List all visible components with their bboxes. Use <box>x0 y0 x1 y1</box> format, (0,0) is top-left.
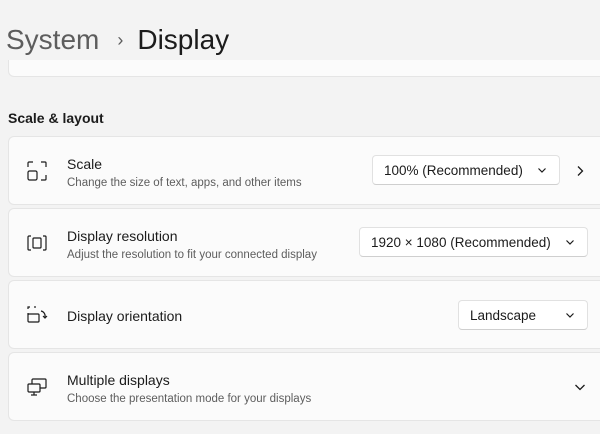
scale-title: Scale <box>67 156 103 172</box>
page-title: Display <box>137 24 230 55</box>
multiple-displays-subtitle: Choose the presentation mode for your di… <box>67 393 312 405</box>
scale-icon <box>27 161 47 181</box>
chevron-down-icon <box>566 313 574 318</box>
scale-subtitle: Change the size of text, apps, and other… <box>67 177 302 189</box>
display-resolution-text: Display resolution Adjust the resolution… <box>67 227 317 263</box>
display-orientation-text: Display orientation <box>67 307 182 325</box>
display-resolution-card: Display resolution Adjust the resolution… <box>8 208 600 277</box>
multiple-displays-title: Multiple displays <box>67 372 170 388</box>
display-resolution-title: Display resolution <box>67 228 178 244</box>
display-resolution-dropdown-value: 1920 × 1080 (Recommended) <box>371 234 551 250</box>
section-title-scale-layout: Scale & layout <box>8 110 104 126</box>
resolution-icon <box>27 235 47 251</box>
scale-card: Scale Change the size of text, apps, and… <box>8 136 600 205</box>
breadcrumb-system[interactable]: System <box>6 20 99 60</box>
display-orientation-dropdown-value: Landscape <box>470 307 537 323</box>
breadcrumb: System › Display <box>6 20 229 60</box>
multiple-displays-icon <box>27 378 47 396</box>
chevron-right-icon[interactable] <box>575 165 585 177</box>
previous-card-edge <box>8 60 600 77</box>
multiple-displays-text: Multiple displays Choose the presentatio… <box>67 371 311 407</box>
orientation-icon <box>27 306 48 323</box>
chevron-down-icon <box>538 168 546 173</box>
display-resolution-dropdown[interactable]: 1920 × 1080 (Recommended) <box>359 227 588 257</box>
chevron-down-icon <box>566 240 574 245</box>
scale-text: Scale Change the size of text, apps, and… <box>67 155 302 191</box>
multiple-displays-card[interactable]: Multiple displays Choose the presentatio… <box>8 352 600 421</box>
scale-dropdown[interactable]: 100% (Recommended) <box>372 155 560 185</box>
expand-chevron-icon[interactable] <box>574 382 586 392</box>
display-orientation-dropdown[interactable]: Landscape <box>458 300 588 330</box>
display-resolution-subtitle: Adjust the resolution to fit your connec… <box>67 249 317 261</box>
display-orientation-card: Display orientation Landscape <box>8 280 600 349</box>
breadcrumb-separator-icon: › <box>117 30 124 50</box>
display-orientation-title: Display orientation <box>67 308 183 324</box>
scale-dropdown-value: 100% (Recommended) <box>384 162 523 178</box>
